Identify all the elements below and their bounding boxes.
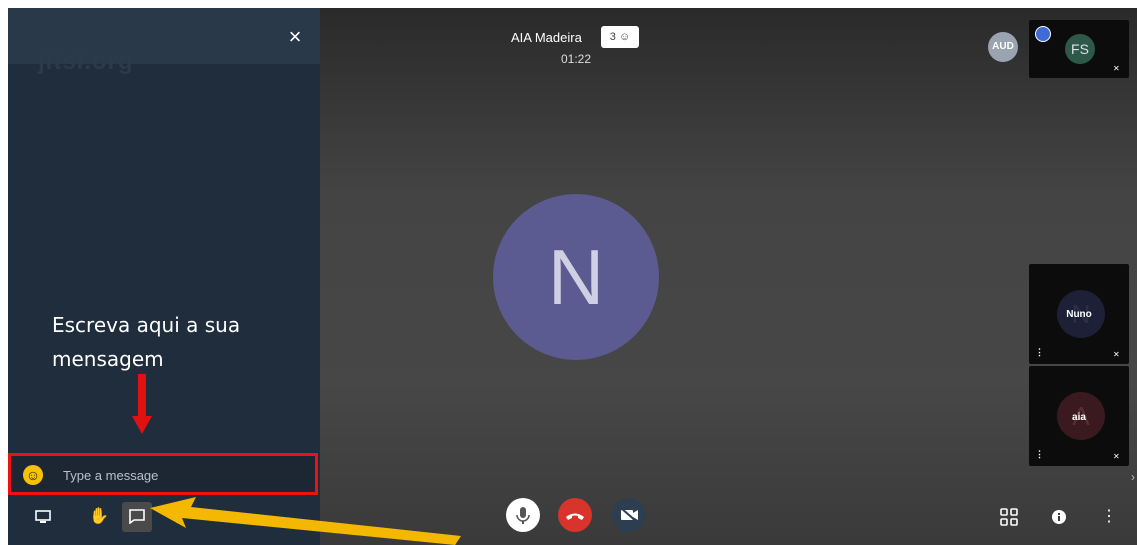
participants-icon: ☺ [618,31,631,43]
participant-thumbnail[interactable]: N Nuno ⋮ ✕ [1029,264,1129,364]
hangup-button[interactable] [558,498,592,532]
message-input[interactable] [61,462,305,488]
main-participant-avatar: N [493,194,659,360]
close-chat-button[interactable]: × [284,26,306,48]
video-muted-icon: ✕ [1113,64,1120,73]
hangup-icon [566,513,584,520]
participant-avatar: FS [1065,34,1095,64]
participant-count: 3 [609,31,616,43]
camera-button[interactable] [612,498,646,532]
participant-name: aia [1072,412,1086,423]
video-stage: jitsi.org × Escreva aqui a sua mensagem … [8,8,1137,545]
camera-off-icon [620,507,638,523]
screen-share-icon[interactable] [28,502,58,532]
tile-view-icon[interactable] [994,502,1024,532]
raise-hand-icon[interactable]: ✋ [84,502,114,532]
call-timer: 01:22 [561,52,592,66]
emoji-icon[interactable]: ☺ [23,465,43,485]
more-options-icon[interactable]: ⋮ [1094,502,1124,532]
info-icon[interactable] [1044,502,1074,532]
video-muted-icon: ✕ [1113,350,1120,359]
video-muted-icon: ✕ [1113,452,1120,461]
participant-thumbnail[interactable]: A aia ⋮ ✕ [1029,366,1129,466]
red-arrow-icon [132,374,152,434]
chat-icon[interactable] [122,502,152,532]
message-box: ☺ [8,453,318,495]
microphone-button[interactable] [506,498,540,532]
audience-avatar[interactable]: AUD [988,32,1018,62]
thumbnail-menu-icon[interactable]: ⋮ [1035,347,1044,358]
thumbnail-menu-icon[interactable]: ⋮ [1035,449,1044,460]
chat-panel: jitsi.org × Escreva aqui a sua mensagem … [8,8,320,545]
jitsi-watermark: jitsi.org [38,48,134,75]
speaker-indicator-icon [1035,26,1051,42]
conference-title: AIA Madeira [511,30,582,45]
microphone-icon [516,507,530,524]
participant-name: Nuno [1066,309,1092,320]
participant-count-badge[interactable]: 3 ☺ [601,26,639,48]
chevron-right-icon[interactable]: › [1131,470,1135,484]
annotation-text: Escreva aqui a sua mensagem [52,313,241,371]
participant-thumbnail[interactable]: FS ✕ [1029,20,1129,78]
